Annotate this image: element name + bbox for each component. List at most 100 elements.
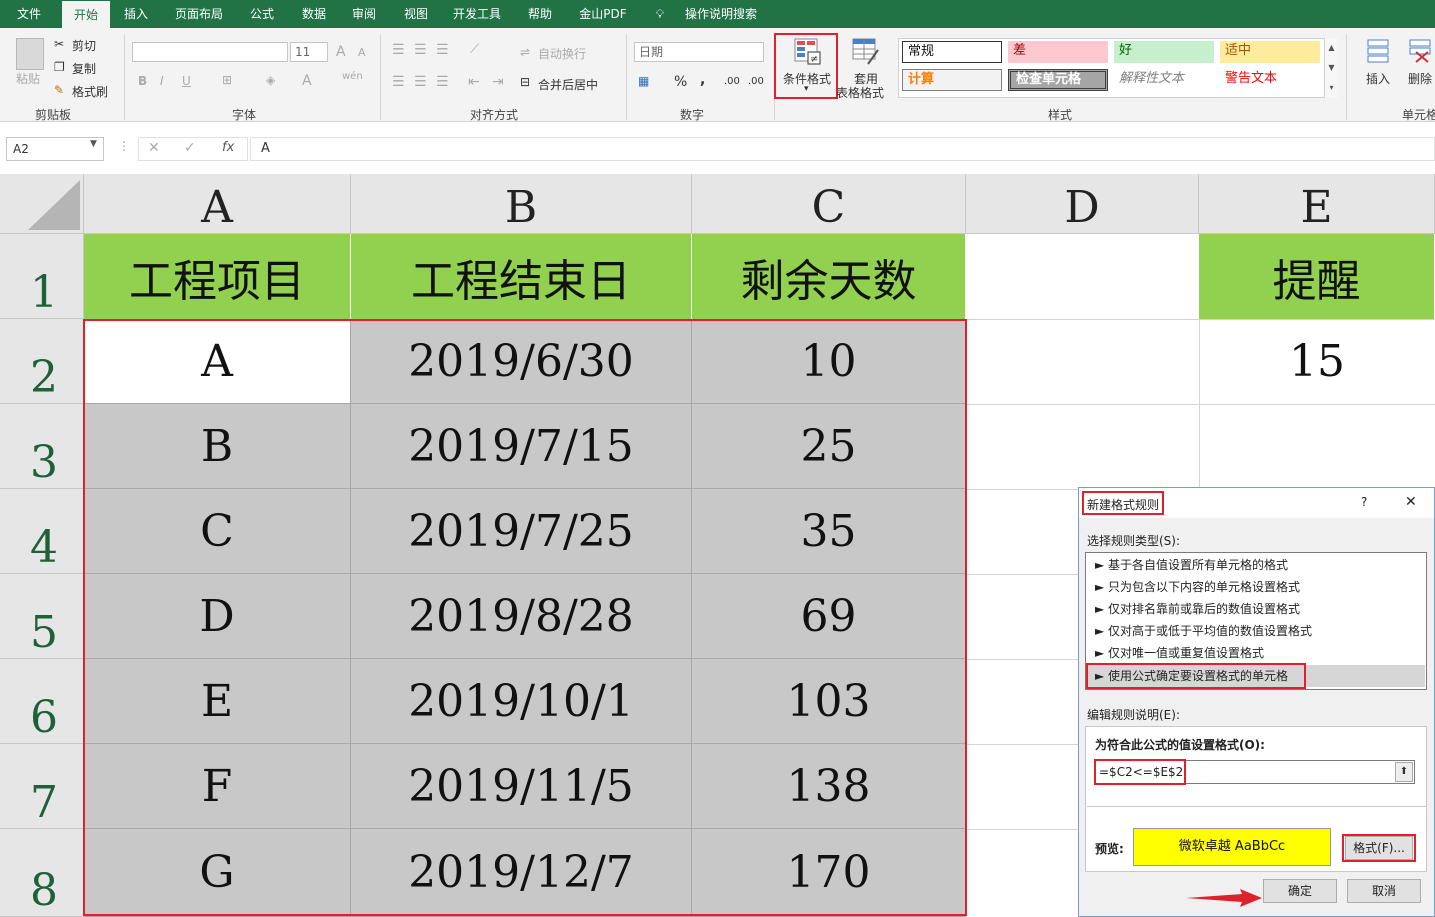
copy-button[interactable]: 复制 — [72, 60, 96, 77]
style-good[interactable]: 好 — [1114, 41, 1214, 63]
increase-decimal-button[interactable]: .00 — [724, 76, 740, 87]
format-painter-button[interactable]: 格式刷 — [72, 83, 108, 100]
help-button[interactable]: ? — [1361, 495, 1367, 509]
align-top-icon[interactable]: ☰ — [392, 42, 405, 58]
style-neutral[interactable]: 适中 — [1220, 41, 1320, 63]
column-header-d[interactable]: D — [966, 174, 1199, 234]
separator — [380, 34, 381, 120]
header-cell-end-date[interactable]: 工程结束日 — [351, 234, 692, 319]
menu-review[interactable]: 审阅 — [344, 0, 384, 28]
collapse-range-icon[interactable]: ⬆ — [1395, 762, 1413, 782]
select-all-button[interactable] — [0, 174, 84, 234]
align-left-icon[interactable]: ☰ — [392, 74, 405, 90]
currency-icon[interactable]: ▦ — [638, 74, 649, 88]
grid-line — [966, 829, 1078, 830]
table-format-label-2[interactable]: 表格格式 — [836, 84, 884, 101]
menu-kingsoft-pdf[interactable]: 金山PDF — [572, 0, 634, 28]
style-warn[interactable]: 警告文本 — [1220, 69, 1320, 91]
merge-center-button[interactable]: 合并后居中 — [538, 76, 598, 93]
close-button[interactable]: ✕ — [1405, 494, 1417, 510]
column-header-a[interactable]: A — [84, 174, 351, 234]
menu-tell-me[interactable]: 操作说明搜索 — [676, 0, 766, 28]
title-highlight — [1082, 491, 1164, 515]
style-check[interactable]: 检查单元格 — [1008, 69, 1108, 91]
ok-button[interactable]: 确定 — [1263, 879, 1337, 903]
cancel-button[interactable]: 取消 — [1347, 879, 1421, 903]
menu-insert[interactable]: 插入 — [116, 0, 156, 28]
font-name-select[interactable] — [132, 42, 288, 62]
column-header-b[interactable]: B — [351, 174, 692, 234]
more-icon: ⋮ — [118, 139, 130, 153]
row-header-4[interactable]: 4 — [0, 489, 84, 574]
format-painter-icon: ✎ — [54, 83, 65, 97]
header-cell-project[interactable]: 工程项目 — [84, 234, 351, 319]
percent-button[interactable]: % — [674, 74, 687, 90]
style-normal[interactable]: 常规 — [902, 41, 1002, 63]
row-header-6[interactable]: 6 — [0, 659, 84, 744]
font-size-select[interactable]: 11 — [290, 42, 328, 62]
paste-button[interactable]: 粘贴 — [16, 70, 40, 87]
style-explain[interactable]: 解释性文本 — [1114, 69, 1214, 91]
align-right-icon[interactable]: ☰ — [436, 74, 449, 90]
rule-item-unique-duplicate[interactable]: ► 仅对唯一值或重复值设置格式 — [1087, 642, 1425, 664]
align-center-icon[interactable]: ☰ — [414, 74, 427, 90]
header-cell-reminder[interactable]: 提醒 — [1199, 234, 1435, 319]
border-icon[interactable]: ⊞ — [222, 73, 232, 87]
rule-item-all-values[interactable]: ► 基于各自值设置所有单元格的格式 — [1087, 554, 1425, 576]
row-header-7[interactable]: 7 — [0, 744, 84, 829]
row-header-1[interactable]: 1 — [0, 234, 84, 319]
paste-icon[interactable] — [16, 38, 44, 70]
merge-icon: ⊟ — [520, 75, 531, 89]
decrease-indent-icon[interactable]: ⇤ — [468, 74, 480, 90]
align-bottom-icon[interactable]: ☰ — [436, 42, 449, 58]
style-calc[interactable]: 计算 — [902, 69, 1002, 91]
increase-indent-icon[interactable]: ⇥ — [492, 74, 504, 90]
insert-cells-button[interactable]: 插入 — [1366, 70, 1390, 87]
menu-help[interactable]: 帮助 — [520, 0, 560, 28]
orientation-icon[interactable]: ⟋ — [470, 42, 479, 57]
rule-item-contains[interactable]: ► 只为包含以下内容的单元格设置格式 — [1087, 576, 1425, 598]
comma-button[interactable]: , — [700, 72, 705, 88]
chevron-down-icon: ▼ — [90, 139, 97, 149]
menu-home[interactable]: 开始 — [62, 1, 110, 28]
menu-formulas[interactable]: 公式 — [242, 0, 282, 28]
cut-button[interactable]: 剪切 — [72, 37, 96, 54]
reminder-value-cell[interactable]: 15 — [1199, 319, 1435, 404]
delete-cells-icon — [1408, 38, 1432, 64]
row-header-2[interactable]: 2 — [0, 319, 84, 404]
formula-label: 为符合此公式的值设置格式(O): — [1095, 738, 1265, 752]
style-gallery-scroll[interactable]: ▲ ▼ ▾ — [1324, 38, 1338, 98]
menu-file[interactable]: 文件 — [8, 0, 50, 28]
wrap-text-button[interactable]: 自动换行 — [538, 45, 586, 62]
rule-item-average[interactable]: ► 仅对高于或低于平均值的数值设置格式 — [1087, 620, 1425, 642]
rule-item-top-bottom[interactable]: ► 仅对排名靠前或靠后的数值设置格式 — [1087, 598, 1425, 620]
font-color-button[interactable]: A — [302, 73, 312, 89]
enter-icon[interactable]: ✓ — [184, 140, 196, 156]
row-header-3[interactable]: 3 — [0, 404, 84, 489]
highlight-box — [774, 33, 838, 99]
menu-data[interactable]: 数据 — [294, 0, 334, 28]
column-header-c[interactable]: C — [692, 174, 966, 234]
menu-developer[interactable]: 开发工具 — [446, 0, 508, 28]
menu-page-layout[interactable]: 页面布局 — [168, 0, 230, 28]
row-header-5[interactable]: 5 — [0, 574, 84, 659]
align-middle-icon[interactable]: ☰ — [414, 42, 427, 58]
formula-input[interactable]: A — [250, 137, 1435, 161]
underline-button[interactable]: U — [182, 74, 191, 88]
bold-button[interactable]: B — [138, 74, 147, 88]
row-header-8[interactable]: 8 — [0, 829, 84, 917]
style-bad[interactable]: 差 — [1008, 41, 1108, 63]
shrink-font-button[interactable]: A — [358, 46, 366, 59]
insert-function-button[interactable]: fx — [222, 140, 234, 155]
cancel-icon[interactable]: ✕ — [148, 140, 160, 156]
italic-button[interactable]: I — [160, 74, 164, 88]
fill-color-icon[interactable]: ◈ — [266, 73, 275, 87]
menu-view[interactable]: 视图 — [396, 0, 436, 28]
phonetic-button[interactable]: wén — [342, 71, 363, 82]
column-header-e[interactable]: E — [1199, 174, 1435, 234]
header-cell-days-left[interactable]: 剩余天数 — [692, 234, 966, 319]
delete-cells-button[interactable]: 删除 — [1408, 70, 1432, 87]
grow-font-button[interactable]: A — [336, 44, 346, 60]
number-format-select[interactable]: 日期 — [634, 42, 764, 62]
decrease-decimal-button[interactable]: .00 — [748, 76, 764, 87]
